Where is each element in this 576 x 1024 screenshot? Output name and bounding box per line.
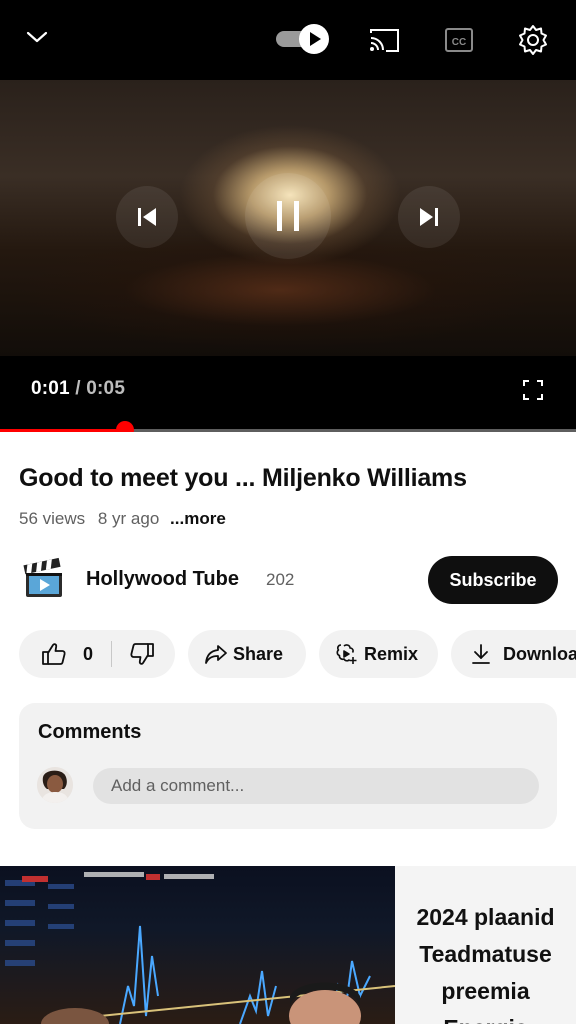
avatar [37,767,73,803]
pause-icon[interactable] [245,173,331,259]
thumbs-down-icon[interactable] [129,641,155,667]
video-title[interactable]: Good to meet you ... Miljenko Williams [19,464,467,493]
subscribe-button[interactable]: Subscribe [428,556,558,604]
comments-title: Comments [38,721,142,743]
download-button[interactable]: Downloa [451,630,576,678]
thumbs-up-icon[interactable] [41,641,67,667]
current-time: 0:01 [31,378,70,399]
remix-button[interactable]: Remix [319,630,438,678]
view-count: 56 views [19,509,86,528]
skip-next-icon[interactable] [398,186,460,248]
divider [111,641,113,667]
more-link[interactable]: ...more [170,509,226,528]
video-meta[interactable]: 56 views 8 yr ago ...more [19,509,226,529]
thumbnail-line: 2024 plaanid [416,904,555,930]
subscriber-count: 202 [266,570,295,589]
download-label: Downloa [503,643,576,664]
thumbnail-line: Energia [395,1010,576,1024]
share-label: Share [233,643,284,664]
like-dislike-group: 0 [19,630,175,678]
fullscreen-icon[interactable] [519,376,547,404]
like-count[interactable]: 0 [83,644,93,665]
comment-input[interactable]: Add a comment... [93,768,539,804]
chevron-down-icon[interactable] [22,24,52,50]
gear-icon[interactable] [515,22,551,58]
skip-previous-icon[interactable] [116,186,178,248]
thumbnail-image [0,866,396,1024]
autoplay-toggle-icon[interactable] [273,22,331,56]
cast-icon[interactable] [366,24,402,56]
thumbnail-text: 2024 plaanid Teadmatuse preemia Energia [395,899,576,1024]
video-player[interactable]: CC 0:01 / 0:05 [0,0,576,432]
time-display: 0:01 / 0:05 [31,378,125,400]
progress-scrubber[interactable] [116,421,134,432]
duration: 0:05 [86,378,126,399]
thumbnail-line: preemia [441,978,530,1004]
remix-label: Remix [364,643,419,664]
download-icon [468,641,494,667]
comments-panel[interactable]: Comments Add a comment... [19,703,557,829]
next-video-thumbnail[interactable]: 2024 plaanid Teadmatuse preemia Energia [0,866,576,1024]
svg-text:CC: CC [452,37,466,48]
share-button[interactable]: Share [188,630,306,678]
thumbnail-line: Teadmatuse [419,941,552,967]
time-separator: / [69,378,87,399]
channel-name[interactable]: Hollywood Tube [86,568,239,591]
share-icon [203,641,229,667]
closed-captions-icon[interactable]: CC [443,24,475,56]
remix-icon [334,641,360,667]
upload-age: 8 yr ago [97,509,160,528]
clapperboard-icon[interactable] [21,556,67,602]
